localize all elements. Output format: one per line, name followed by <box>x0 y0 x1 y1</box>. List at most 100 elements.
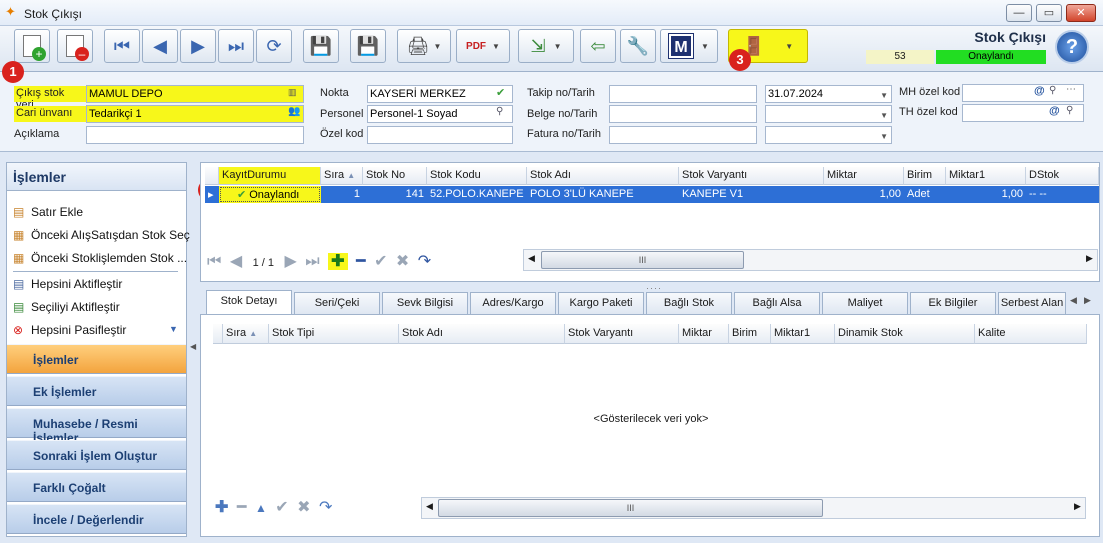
column-header[interactable]: Sıra ▲ <box>321 167 363 185</box>
fatura-no-field[interactable] <box>609 126 757 144</box>
cancel-icon[interactable]: ✖ <box>396 253 409 270</box>
column-header[interactable]: Stok Adı <box>527 167 679 185</box>
cancel-icon[interactable]: ✖ <box>297 499 310 516</box>
delete-document-button[interactable]: – <box>57 29 93 63</box>
redo-icon[interactable]: ↷ <box>418 253 431 270</box>
aciklama-field[interactable] <box>86 126 304 144</box>
lookup-icon[interactable]: ⚲ <box>1066 105 1073 116</box>
pdf-export-button[interactable]: PDF ▼ <box>456 29 510 63</box>
save-close-button[interactable]: 💾 <box>350 29 386 63</box>
collapse-sidebar-icon[interactable]: ◀ <box>190 342 196 351</box>
redo-icon[interactable]: ↷ <box>319 499 332 516</box>
column-header[interactable]: Miktar <box>824 167 904 185</box>
ozel-kod-field[interactable] <box>367 126 513 144</box>
previous-record-button[interactable]: ◀ <box>142 29 178 63</box>
last-record-button[interactable]: ⏭ <box>218 29 254 63</box>
tab-serbest-alan[interactable]: Serbest Alan <box>998 292 1066 314</box>
person-lookup-icon[interactable]: ⚲ <box>496 106 503 117</box>
chevron-down-icon[interactable]: ▼ <box>880 88 888 102</box>
tab-maliyet[interactable]: Maliyet <box>822 292 908 314</box>
sidebar-item-hepsini-pasiflestir[interactable]: ⊗ Hepsini Pasifleştir <box>13 323 126 337</box>
save-button[interactable]: 💾 <box>303 29 339 63</box>
column-header[interactable]: Birim <box>904 167 946 185</box>
add-row-icon[interactable]: ✚ <box>328 253 348 270</box>
scroll-left-icon[interactable]: ◀ <box>528 253 535 264</box>
grid-cell-stok-adi[interactable]: POLO 3'LÜ KANEPE <box>527 186 679 203</box>
grid-horizontal-scrollbar[interactable]: ◀ III ▶ <box>523 249 1098 271</box>
fatura-tarih-field[interactable]: ▼ <box>765 126 892 144</box>
column-header[interactable]: Stok Varyantı <box>679 167 824 185</box>
previous-page-icon[interactable]: ◀ <box>230 253 242 270</box>
next-page-icon[interactable]: ▶ <box>284 253 296 270</box>
nav-ek-islemler[interactable]: Ek İşlemler <box>7 376 186 406</box>
confirm-icon[interactable]: ✔ <box>275 499 288 516</box>
cikis-stok-yeri-field[interactable]: MAMUL DEPO <box>86 85 304 103</box>
tab-scroll-right-icon[interactable]: ▶ <box>1084 295 1091 306</box>
back-button[interactable]: ⇦ <box>580 29 616 63</box>
nav-muhasebe[interactable]: Muhasebe / Resmi İşlemler <box>7 408 186 445</box>
takip-no-field[interactable] <box>609 85 757 103</box>
column-header[interactable]: Dinamik Stok <box>835 324 975 344</box>
remove-icon[interactable]: ━ <box>237 499 247 516</box>
nav-sonraki-islem[interactable]: Sonraki İşlem Oluştur <box>7 440 186 470</box>
scroll-right-icon[interactable]: ▶ <box>1086 253 1093 264</box>
personel-field[interactable]: Personel-1 Soyad <box>367 105 513 123</box>
sidebar-item-onceki-alissatis[interactable]: ▦ Önceki AlışSatışdan Stok Seç <box>13 228 190 242</box>
minimize-button[interactable]: — <box>1006 4 1032 22</box>
at-icon[interactable]: @ <box>1049 105 1060 117</box>
nav-islemler[interactable]: İşlemler <box>7 344 186 374</box>
grid-cell-dstok[interactable]: -- -- <box>1026 186 1099 203</box>
sidebar-item-hepsini-aktiflestir[interactable]: ▤ Hepsini Aktifleştir <box>13 277 122 291</box>
scroll-right-icon[interactable]: ▶ <box>1074 501 1081 512</box>
tab-adres-kargo[interactable]: Adres/Kargo <box>470 292 556 314</box>
column-header[interactable]: Miktar <box>679 324 729 344</box>
tools-button[interactable]: 🔧 <box>620 29 656 63</box>
add-icon[interactable]: ✚ <box>215 499 228 516</box>
warehouse-lookup-icon[interactable]: ▥ <box>288 87 297 98</box>
grid-cell-stok-kodu[interactable]: 52.POLO.KANEPE <box>427 186 527 203</box>
confirm-icon[interactable]: ✔ <box>374 253 387 270</box>
close-button[interactable]: ✕ <box>1066 4 1096 22</box>
column-header[interactable]: DStok <box>1026 167 1099 185</box>
at-icon[interactable]: @ <box>1034 85 1045 97</box>
grid-cell-sira[interactable]: 1 <box>321 186 363 203</box>
ellipsis-icon[interactable]: ⋯ <box>1066 84 1076 95</box>
sidebar-item-onceki-stok[interactable]: ▦ Önceki Stoklişlemden Stok ... <box>13 251 187 265</box>
grid-cell-birim[interactable]: Adet <box>904 186 946 203</box>
scrollbar-thumb[interactable]: III <box>438 499 823 517</box>
export-button[interactable]: ⇲ ▼ <box>518 29 574 63</box>
chevron-down-icon[interactable]: ▼ <box>880 108 888 122</box>
maximize-button[interactable]: ▭ <box>1036 4 1062 22</box>
detail-horizontal-scrollbar[interactable]: ◀ III ▶ <box>421 497 1086 519</box>
grid-cell-stok-no[interactable]: 141 <box>363 186 427 203</box>
column-header[interactable]: Stok Tipi <box>269 324 399 344</box>
sidebar-item-satir-ekle[interactable]: ▤ Satır Ekle <box>13 205 83 219</box>
tab-sevk-bilgisi[interactable]: Sevk Bilgisi <box>382 292 468 314</box>
sidebar-item-seciliyi-aktiflestir[interactable]: ▤ Seçiliyi Aktifleştir <box>13 300 120 314</box>
column-header[interactable]: Stok Adı <box>399 324 565 344</box>
tab-stok-detayi[interactable]: Stok Detayı <box>206 290 292 314</box>
grid-cell-varyant[interactable]: KANEPE V1 <box>679 186 824 203</box>
belge-tarih-field[interactable]: ▼ <box>765 105 892 123</box>
next-record-button[interactable]: ▶ <box>180 29 216 63</box>
grid-cell-miktar[interactable]: 1,00 <box>824 186 904 203</box>
m-menu-button[interactable]: M ▼ <box>660 29 718 63</box>
remove-row-icon[interactable]: ━ <box>356 253 366 270</box>
tab-bagli-stok[interactable]: Bağlı Stok <box>646 292 732 314</box>
column-header[interactable]: Birim <box>729 324 771 344</box>
grid-cell-miktar1[interactable]: 1,00 <box>946 186 1026 203</box>
move-up-icon[interactable]: ▲ <box>255 501 267 515</box>
first-page-icon[interactable]: ⏮ <box>207 253 221 270</box>
new-document-button[interactable]: + <box>14 29 50 63</box>
nav-farkli-cogalt[interactable]: Farklı Çoğalt <box>7 472 186 502</box>
help-button[interactable]: ? <box>1055 30 1089 64</box>
lookup-icon[interactable]: ⚲ <box>1049 85 1056 96</box>
grid-cell-durum[interactable]: ✔ Onaylandı <box>219 186 321 203</box>
cari-unvani-field[interactable]: Tedarikçi 1 <box>86 105 304 123</box>
tab-bagli-alsa[interactable]: Bağlı Alsa <box>734 292 820 314</box>
column-header[interactable]: Miktar1 <box>946 167 1026 185</box>
chevron-down-icon[interactable]: ▼ <box>169 324 178 334</box>
row-indicator[interactable]: ▸ <box>205 186 219 203</box>
tab-scroll-left-icon[interactable]: ◀ <box>1070 295 1077 306</box>
first-record-button[interactable]: ⏮ <box>104 29 140 63</box>
